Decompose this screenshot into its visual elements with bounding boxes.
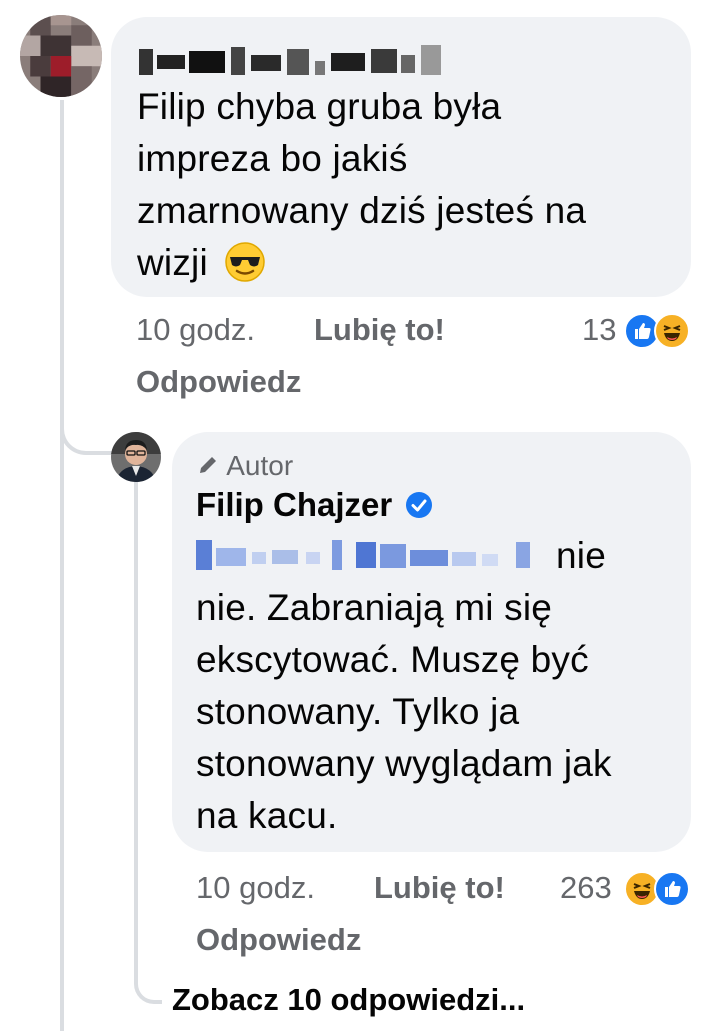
- pixelated-avatar-image: [20, 15, 102, 97]
- reply-time[interactable]: 10 godz.: [196, 870, 315, 905]
- like-link[interactable]: Lubię to!: [374, 870, 505, 905]
- see-more-replies-label[interactable]: Zobacz 10 odpowiedzi...: [172, 982, 525, 1017]
- reply-reply-action[interactable]: Odpowiedz: [196, 922, 361, 958]
- author-badge-label: Autor: [226, 450, 294, 481]
- reply-line: nie. Zabraniają mi się: [196, 587, 553, 628]
- pencil-icon: [196, 452, 220, 476]
- comment-line: Filip chyba gruba była: [137, 86, 502, 127]
- haha-icon: [654, 313, 690, 349]
- verified-badge-icon: [405, 489, 433, 518]
- author-avatar[interactable]: [111, 432, 161, 482]
- comment-line-text: wizji: [137, 242, 208, 283]
- thread-line-more-branch: [134, 978, 162, 1004]
- comment-line: impreza bo jakiś: [137, 138, 408, 179]
- thread-line-branch: [60, 423, 112, 455]
- reply-link[interactable]: Odpowiedz: [136, 364, 301, 399]
- like-link[interactable]: Lubię to!: [314, 312, 445, 347]
- comment-text: Filip chyba gruba była impreza bo jakiś …: [137, 81, 677, 289]
- comment-reply-action[interactable]: Odpowiedz: [136, 364, 301, 400]
- reply-bubble: Autor Filip Chajzer nie nie. Zabraniają …: [172, 432, 691, 852]
- thread-line-main: [60, 100, 64, 1031]
- reply-text: nie nie. Zabraniają mi się ekscytować. M…: [196, 530, 676, 842]
- reply-line: na kacu.: [196, 795, 338, 836]
- author-badge: Autor: [196, 450, 293, 482]
- comment-line: zmarnowany dziś jesteś na: [137, 190, 587, 231]
- sunglasses-emoji-icon: [224, 241, 266, 283]
- author-name[interactable]: Filip Chajzer: [196, 486, 392, 523]
- comment-time[interactable]: 10 godz.: [136, 312, 255, 347]
- see-more-replies-link[interactable]: Zobacz 10 odpowiedzi...: [172, 982, 525, 1018]
- comment-line: wizji: [137, 237, 677, 289]
- like-icon: [654, 871, 690, 907]
- reaction-count[interactable]: 263: [560, 870, 612, 906]
- author-avatar-image: [111, 432, 161, 482]
- reply-line: ekscytować. Muszę być: [196, 639, 589, 680]
- reply-author: Filip Chajzer: [196, 486, 433, 524]
- comment-like-action[interactable]: Lubię to!: [314, 312, 445, 348]
- commenter-avatar[interactable]: [20, 15, 102, 97]
- reply-meta: 10 godz.: [196, 870, 315, 906]
- reply-link[interactable]: Odpowiedz: [196, 922, 361, 957]
- reply-line: stonowany. Tylko ja: [196, 691, 520, 732]
- mention-blurred[interactable]: [196, 534, 548, 574]
- reaction-count[interactable]: 13: [582, 312, 616, 348]
- reply-line: stonowany wyglądam jak: [196, 743, 612, 784]
- comment-meta: 10 godz.: [136, 312, 255, 348]
- reply-line: nie: [196, 530, 676, 582]
- comment-bubble: Filip chyba gruba była impreza bo jakiś …: [111, 17, 691, 297]
- commenter-name-blurred[interactable]: [139, 41, 445, 77]
- thread-line-reply: [134, 480, 138, 980]
- reply-like-action[interactable]: Lubię to!: [374, 870, 505, 906]
- reply-line-text: nie: [556, 535, 606, 576]
